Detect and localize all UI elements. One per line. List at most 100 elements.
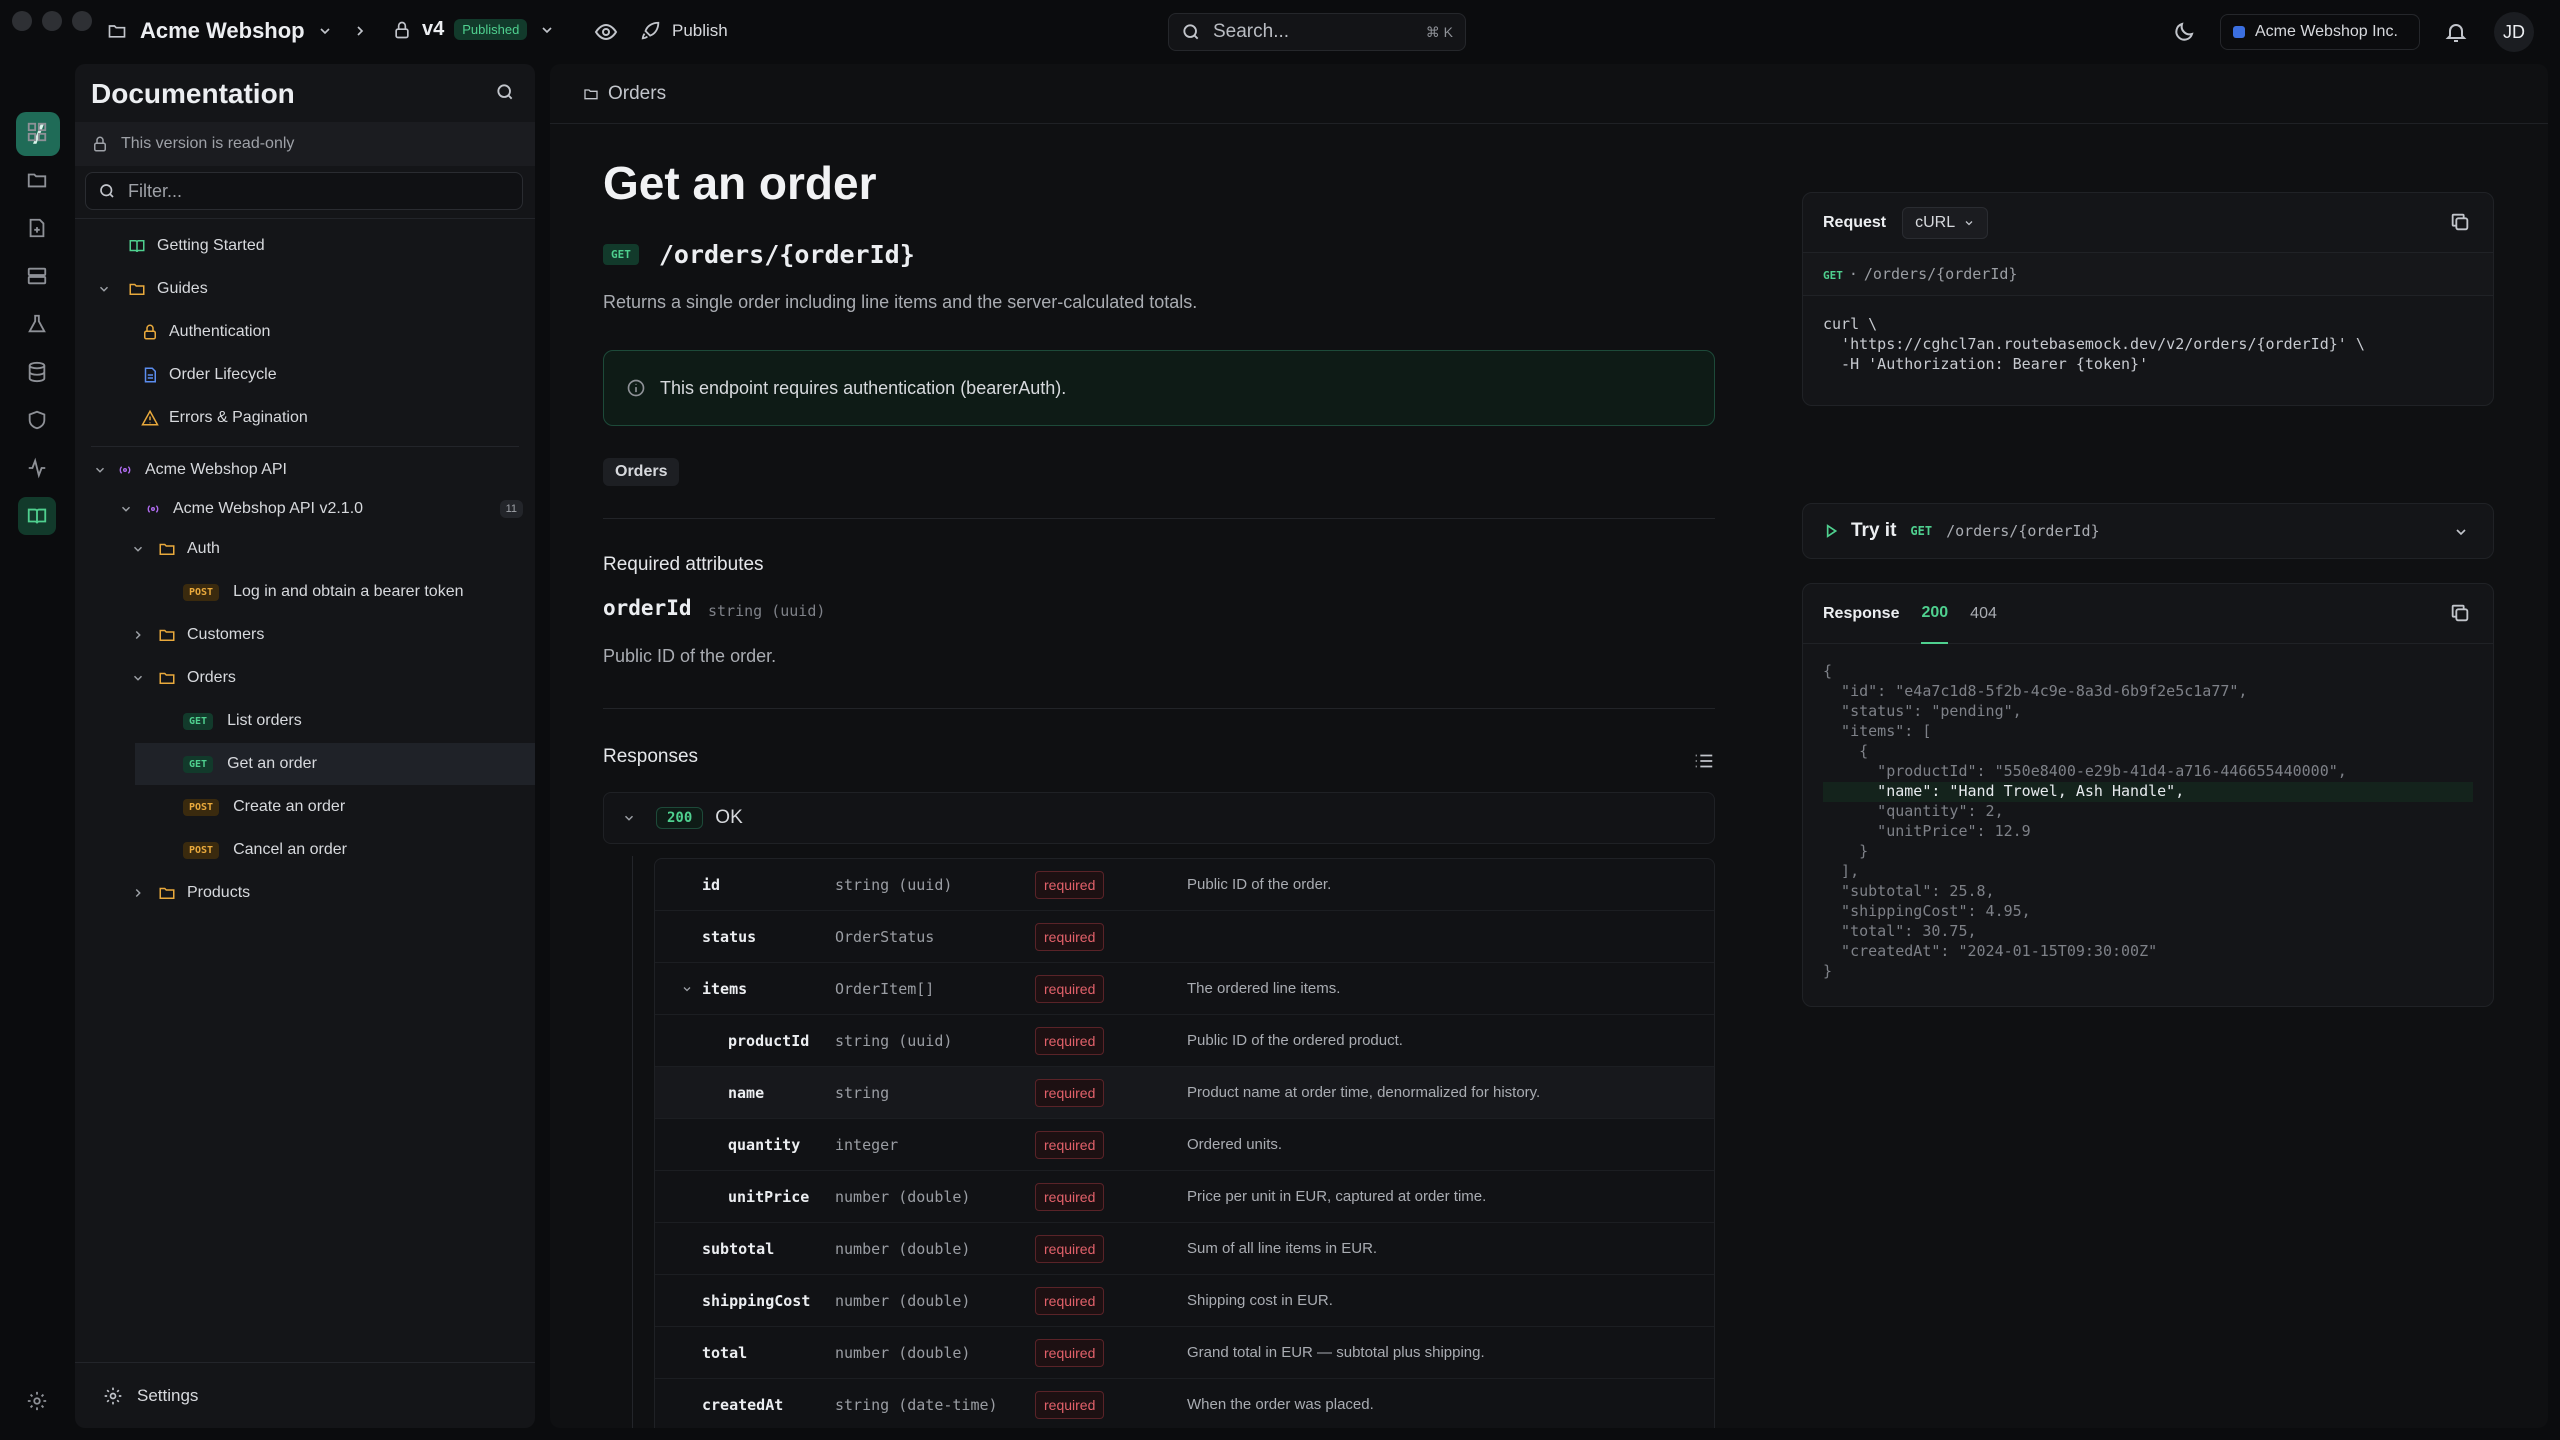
sidebar-item-label: Guides: [157, 280, 208, 297]
sidebar-item-get-order[interactable]: GET Get an order: [135, 743, 535, 785]
response-200-header[interactable]: 200 OK: [603, 792, 1715, 844]
json-line: "id": "e4a7c1d8-5f2b-4c9e-8a3d-6b9f2e5c1…: [1823, 682, 2248, 700]
info-icon: [627, 379, 645, 397]
tab-404[interactable]: 404: [1970, 584, 1997, 644]
settings-link[interactable]: Settings: [75, 1362, 535, 1428]
gear-icon[interactable]: [26, 1390, 48, 1412]
sidebar-item-cancel-order[interactable]: POST Cancel an order: [75, 829, 535, 871]
table-row: shippingCost number (double) required Sh…: [655, 1275, 1714, 1327]
book-icon[interactable]: [18, 497, 56, 535]
list-icon[interactable]: [1693, 750, 1715, 772]
document-icon: [141, 366, 159, 384]
tag-badge[interactable]: Orders: [603, 458, 680, 486]
copy-icon[interactable]: [2449, 602, 2471, 624]
chevron-right-icon[interactable]: [131, 886, 145, 900]
sidebar-item-products[interactable]: Products: [75, 872, 535, 914]
sidebar-item-create-order[interactable]: POST Create an order: [75, 786, 535, 828]
sidebar-item-list-orders[interactable]: GET List orders: [75, 700, 535, 742]
param-description: Public ID of the order.: [603, 646, 777, 666]
activity-icon[interactable]: [23, 454, 51, 482]
sidebar-item-getting-started[interactable]: Getting Started: [75, 225, 535, 267]
chevron-down-icon[interactable]: [681, 983, 693, 995]
moon-icon[interactable]: [2172, 20, 2196, 44]
field-name: id: [702, 875, 721, 894]
request-path-line: GET ·/orders/{orderId}: [1803, 253, 2493, 296]
chevron-right-icon[interactable]: [131, 628, 145, 642]
window-minimize-button[interactable]: [42, 11, 62, 31]
field-name: items: [702, 979, 748, 998]
folder-icon[interactable]: [23, 166, 51, 194]
docs-sidebar: Documentation This version is read-only …: [75, 64, 535, 1428]
sidebar-item-order-lifecycle[interactable]: Order Lifecycle: [75, 354, 535, 396]
org-switcher[interactable]: Acme Webshop Inc.: [2220, 14, 2420, 50]
try-it-button[interactable]: Try it GET /orders/{orderId}: [1802, 503, 2494, 559]
bell-icon[interactable]: [2444, 20, 2468, 44]
top-bar: Acme Webshop v4 Published Publish Search…: [0, 0, 2560, 64]
database-icon[interactable]: [23, 358, 51, 386]
shield-icon[interactable]: [23, 406, 51, 434]
sidebar-item-api-version[interactable]: Acme Webshop API v2.1.0 11: [75, 488, 535, 530]
readonly-text: This version is read-only: [121, 135, 295, 152]
json-line: "subtotal": 25.8,: [1823, 882, 1995, 900]
method-badge: GET: [1910, 524, 1933, 538]
gear-icon: [104, 1387, 122, 1404]
eye-icon[interactable]: [594, 20, 618, 44]
sidebar-item-api[interactable]: Acme Webshop API: [75, 449, 535, 491]
chevron-down-icon[interactable]: [119, 502, 133, 516]
window-zoom-button[interactable]: [72, 11, 92, 31]
chevron-down-icon[interactable]: [93, 463, 107, 477]
dashboard-icon[interactable]: [23, 118, 51, 146]
org-name: Acme Webshop Inc.: [2255, 23, 2398, 40]
response-json: { "id": "e4a7c1d8-5f2b-4c9e-8a3d-6b9f2e5…: [1803, 644, 2493, 1000]
version-switcher[interactable]: v4 Published: [392, 18, 555, 41]
field-type: string: [835, 1083, 890, 1102]
filter-input[interactable]: [128, 180, 508, 202]
divider: [91, 446, 519, 447]
language-select[interactable]: cURL: [1902, 206, 1989, 239]
table-row[interactable]: items OrderItem[] required The ordered l…: [655, 963, 1714, 1015]
project-switcher[interactable]: Acme Webshop: [106, 18, 333, 44]
window-close-button[interactable]: [12, 11, 32, 31]
field-description: The ordered line items.: [1187, 980, 1341, 997]
sidebar-item-customers[interactable]: Customers: [75, 614, 535, 656]
publish-button[interactable]: Publish: [640, 20, 728, 42]
flask-icon[interactable]: [23, 310, 51, 338]
auth-callout: This endpoint requires authentication (b…: [603, 350, 1715, 426]
sidebar-item-authentication[interactable]: Authentication: [75, 311, 535, 353]
search-icon[interactable]: [495, 82, 515, 102]
json-line: "total": 30.75,: [1823, 922, 1977, 940]
table-row: id string (uuid) required Public ID of t…: [655, 859, 1714, 911]
main-content: Orders Get an order GET /orders/{orderId…: [550, 64, 2548, 1428]
sidebar-item-auth[interactable]: Auth: [75, 528, 535, 570]
global-search[interactable]: Search... ⌘ K: [1168, 13, 1466, 51]
field-description: Shipping cost in EUR.: [1187, 1292, 1333, 1309]
field-description: Price per unit in EUR, captured at order…: [1187, 1188, 1487, 1205]
chevron-down-icon[interactable]: [131, 671, 145, 685]
sidebar-item-login[interactable]: POST Log in and obtain a bearer token: [75, 571, 535, 613]
sidebar-item-orders[interactable]: Orders: [75, 657, 535, 699]
server-icon[interactable]: [23, 262, 51, 290]
sidebar-item-guides[interactable]: Guides: [75, 268, 535, 310]
avatar[interactable]: JD: [2494, 12, 2534, 52]
sidebar-item-errors[interactable]: Errors & Pagination: [75, 397, 535, 439]
sidebar-item-label: Acme Webshop API v2.1.0: [173, 500, 364, 517]
filter-field[interactable]: [85, 172, 523, 210]
field-type[interactable]: OrderStatus: [835, 928, 934, 946]
folder-icon: [157, 540, 177, 558]
sidebar-item-label: Get an order: [227, 755, 317, 772]
nesting-guide: [632, 856, 633, 1428]
field-description: When the order was placed.: [1187, 1396, 1374, 1413]
response-label: Response: [1823, 604, 1900, 622]
field-type[interactable]: OrderItem[]: [835, 980, 934, 998]
chevron-down-icon[interactable]: [97, 282, 111, 296]
import-icon[interactable]: [23, 214, 51, 242]
play-icon: [1826, 524, 1838, 538]
chevron-down-icon[interactable]: [131, 542, 145, 556]
required-badge: required: [1035, 1182, 1105, 1211]
table-row: productId string (uuid) required Public …: [655, 1015, 1714, 1067]
sidebar-item-label: Customers: [187, 626, 265, 643]
tab-200[interactable]: 200: [1921, 584, 1949, 644]
breadcrumb-item[interactable]: Orders: [608, 83, 666, 105]
table-row: quantity integer required Ordered units.: [655, 1119, 1714, 1171]
copy-icon[interactable]: [2449, 211, 2471, 233]
